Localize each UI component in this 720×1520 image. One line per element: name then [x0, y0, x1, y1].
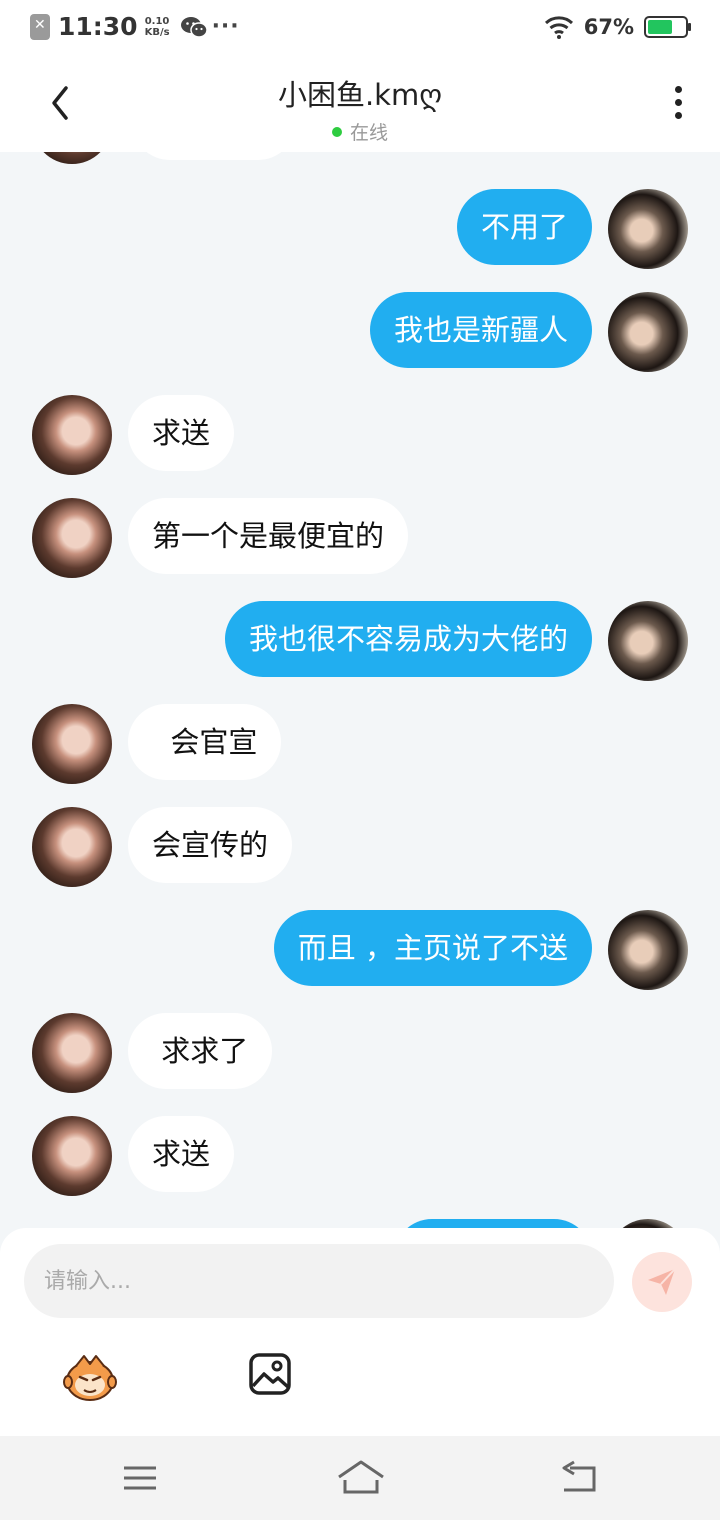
message-list[interactable]: 不用了 我也是新疆人 求送 第一个是最便宜的 我也很不容易成为大佬的 会官宣 会…: [0, 152, 720, 1228]
message-bubble-other: 会宣传的: [128, 807, 293, 883]
avatar-other[interactable]: [32, 1116, 112, 1196]
avatar-self[interactable]: [608, 601, 688, 681]
battery-icon: [644, 16, 691, 38]
system-nav-bar: [0, 1436, 720, 1520]
avatar-other[interactable]: [32, 498, 112, 578]
avatar-self[interactable]: [608, 189, 688, 269]
net-speed-unit: KB/s: [144, 26, 170, 38]
message-bubble-self: 不用了: [456, 189, 592, 265]
online-dot-icon: [331, 126, 342, 137]
composer: [0, 1228, 720, 1436]
status-bar: 11:30 0.10 KB/s ··· 67%: [0, 0, 720, 56]
message-bubble-other: 会官宣: [128, 704, 282, 780]
message-bubble-self: 我也很不容易成为大佬的: [224, 601, 592, 677]
more-dot: [674, 112, 682, 119]
avatar-other[interactable]: [32, 1013, 112, 1093]
title-block: 小困鱼.kmღ 在线: [0, 72, 720, 145]
battery-percent: 67%: [583, 15, 634, 39]
message-bubble-other: 求送: [128, 1116, 235, 1192]
back-icon[interactable]: [560, 1458, 600, 1498]
message-bubble-other: 求求了: [128, 1013, 273, 1089]
net-speed: 0.10 KB/s: [145, 16, 170, 38]
no-sim-icon: [30, 13, 50, 40]
more-dot: [674, 86, 682, 93]
online-status: 在线: [0, 118, 720, 145]
status-time: 11:30: [58, 12, 138, 41]
message-bubble-self: 我也是新疆人: [369, 292, 592, 368]
wechat-icon: [180, 16, 208, 38]
online-status-text: 在线: [349, 122, 388, 144]
avatar-self[interactable]: [608, 292, 688, 372]
status-right: 67%: [544, 14, 691, 40]
image-icon[interactable]: [248, 1352, 292, 1396]
send-icon: [648, 1268, 676, 1295]
battery-fill: [648, 20, 673, 34]
avatar-other[interactable]: [32, 704, 112, 784]
more-dot: [674, 99, 682, 106]
chat-header: 小困鱼.kmღ 在线: [0, 56, 720, 152]
status-left: 11:30 0.10 KB/s ···: [30, 12, 240, 41]
avatar-other[interactable]: [32, 395, 112, 475]
avatar-other[interactable]: [32, 807, 112, 887]
message-bubble-other: 第一个是最便宜的: [128, 498, 409, 574]
page-title: 小困鱼.kmღ: [277, 78, 443, 112]
net-speed-value: 0.10: [144, 15, 170, 27]
message-bubble-self: 而且 ，主页说了不送: [273, 910, 592, 986]
avatar-other[interactable]: [32, 152, 112, 164]
message-bubble-partial: [394, 1219, 592, 1228]
home-icon[interactable]: [336, 1456, 386, 1500]
more-vertical-icon[interactable]: [670, 86, 686, 126]
avatar-self[interactable]: [608, 910, 688, 990]
avatar-self[interactable]: [608, 1219, 688, 1228]
send-button[interactable]: [632, 1252, 692, 1312]
emoji-mascot-icon[interactable]: [62, 1352, 118, 1402]
menu-icon[interactable]: [120, 1458, 160, 1498]
message-bubble-partial: [132, 152, 296, 160]
more-notifications: ···: [211, 14, 240, 39]
wifi-icon: [544, 16, 573, 39]
message-bubble-other: 求送: [128, 395, 235, 471]
message-input[interactable]: [24, 1244, 614, 1318]
